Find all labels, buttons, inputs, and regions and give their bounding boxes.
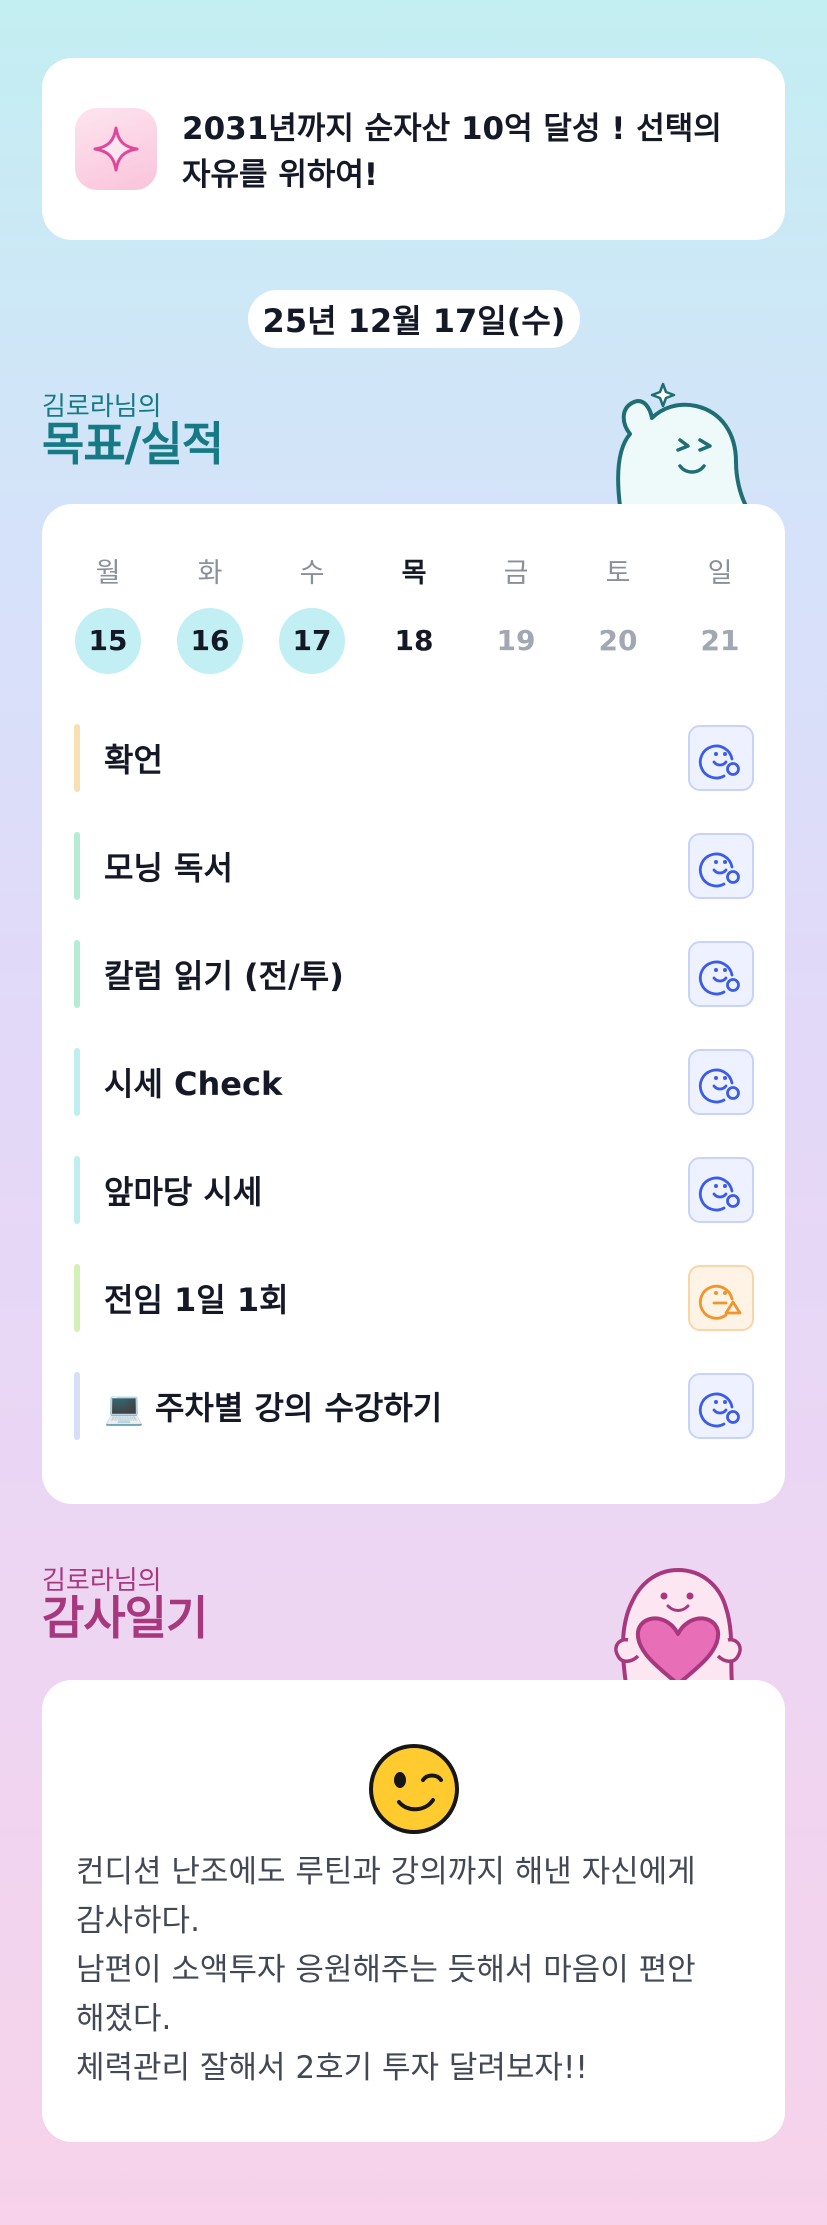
- day-date: 20: [598, 624, 638, 657]
- day-label: 일: [707, 558, 733, 589]
- goal-text: 2031년까지 순자산 10억 달성 ! 선택의 자유를 위하여!: [182, 106, 742, 198]
- habit-color-bar: [74, 1156, 80, 1224]
- habit-row[interactable]: 확언: [74, 724, 754, 792]
- goal-line-2: 자유를 위하여!: [182, 157, 379, 193]
- habit-row[interactable]: 칼럼 읽기 (전/투): [74, 940, 754, 1008]
- habit-label: 칼럼 읽기 (전/투): [104, 957, 344, 995]
- gratitude-line: 감사하다.: [76, 1903, 200, 1939]
- day-label: 목: [401, 558, 427, 589]
- day-column-mon[interactable]: 월 15: [75, 554, 141, 674]
- goal-card[interactable]: 2031년까지 순자산 10억 달성 ! 선택의 자유를 위하여!: [42, 58, 785, 240]
- winking-face-icon: [367, 1742, 461, 1836]
- day-date: 15: [75, 608, 141, 674]
- habit-status-button[interactable]: [688, 833, 754, 899]
- gratitude-section-title: 감사일기: [42, 1591, 208, 1645]
- habit-color-bar: [74, 940, 80, 1008]
- gratitude-line: 해졌다.: [76, 2001, 172, 2037]
- mascot-waving-illustration: [616, 382, 748, 506]
- habit-status-button[interactable]: [688, 1049, 754, 1115]
- habit-color-bar: [74, 1372, 80, 1440]
- smile-face-icon: [696, 947, 746, 1001]
- day-date: 19: [496, 624, 536, 657]
- habit-row[interactable]: 💻 주차별 강의 수강하기: [74, 1372, 754, 1440]
- goal-line-1: 2031년까지 순자산 10억 달성 ! 선택의: [182, 111, 722, 147]
- day-date: 21: [700, 624, 740, 657]
- meh-face-icon: [696, 1271, 746, 1325]
- day-label: 금: [503, 558, 529, 589]
- habit-row[interactable]: 앞마당 시세: [74, 1156, 754, 1224]
- smile-face-icon: [696, 839, 746, 893]
- gratitude-line: 체력관리 잘해서 2호기 투자 달려보자!!: [76, 2050, 588, 2086]
- gratitude-card: 컨디션 난조에도 루틴과 강의까지 해낸 자신에게 감사하다. 남편이 소액투자…: [42, 1680, 785, 2142]
- habit-row[interactable]: 시세 Check: [74, 1048, 754, 1116]
- habit-row[interactable]: 모닝 독서: [74, 832, 754, 900]
- habit-status-button[interactable]: [688, 1157, 754, 1223]
- habit-color-bar: [74, 832, 80, 900]
- habit-status-button[interactable]: [688, 725, 754, 791]
- day-column-sat[interactable]: 토 20: [585, 554, 651, 674]
- day-date: 18: [394, 624, 434, 657]
- day-column-fri[interactable]: 금 19: [483, 554, 549, 674]
- smile-face-icon: [696, 1163, 746, 1217]
- habit-label: 전임 1일 1회: [104, 1281, 289, 1319]
- habit-tracker-card: 월 15 화 16 수 17 목 18 금 19 토 20 일 21 확언모닝 …: [42, 504, 785, 1504]
- smile-face-icon: [696, 1379, 746, 1433]
- mascot-heart-illustration: [614, 1568, 742, 1684]
- day-column-wed[interactable]: 수 17: [279, 554, 345, 674]
- habit-color-bar: [74, 1048, 80, 1116]
- goals-section-title: 목표/실적: [42, 417, 224, 471]
- date-pill[interactable]: 25년 12월 17일(수): [248, 290, 580, 348]
- day-label: 수: [299, 558, 325, 589]
- sparkle-icon: [75, 108, 157, 190]
- gratitude-entry: 컨디션 난조에도 루틴과 강의까지 해낸 자신에게 감사하다. 남편이 소액투자…: [76, 1848, 766, 2093]
- habit-status-button[interactable]: [688, 1265, 754, 1331]
- gratitude-line: 컨디션 난조에도 루틴과 강의까지 해낸 자신에게: [76, 1854, 696, 1890]
- habit-label: 확언: [104, 741, 163, 779]
- habit-label: 시세 Check: [104, 1065, 283, 1103]
- day-column-tue[interactable]: 화 16: [177, 554, 243, 674]
- day-date: 17: [279, 608, 345, 674]
- habit-row[interactable]: 전임 1일 1회: [74, 1264, 754, 1332]
- day-date: 16: [177, 608, 243, 674]
- habit-color-bar: [74, 724, 80, 792]
- day-column-thu[interactable]: 목 18: [381, 554, 447, 674]
- habit-status-button[interactable]: [688, 1373, 754, 1439]
- day-column-sun[interactable]: 일 21: [687, 554, 753, 674]
- habit-label: 모닝 독서: [104, 849, 233, 887]
- habit-label: 💻 주차별 강의 수강하기: [104, 1389, 443, 1427]
- gratitude-line: 남편이 소액투자 응원해주는 듯해서 마음이 편안: [76, 1952, 696, 1988]
- habit-status-button[interactable]: [688, 941, 754, 1007]
- habit-color-bar: [74, 1264, 80, 1332]
- day-label: 월: [95, 558, 121, 589]
- smile-face-icon: [696, 1055, 746, 1109]
- smile-face-icon: [696, 731, 746, 785]
- habit-label: 앞마당 시세: [104, 1173, 263, 1211]
- day-label: 화: [197, 558, 223, 589]
- day-label: 토: [605, 558, 631, 589]
